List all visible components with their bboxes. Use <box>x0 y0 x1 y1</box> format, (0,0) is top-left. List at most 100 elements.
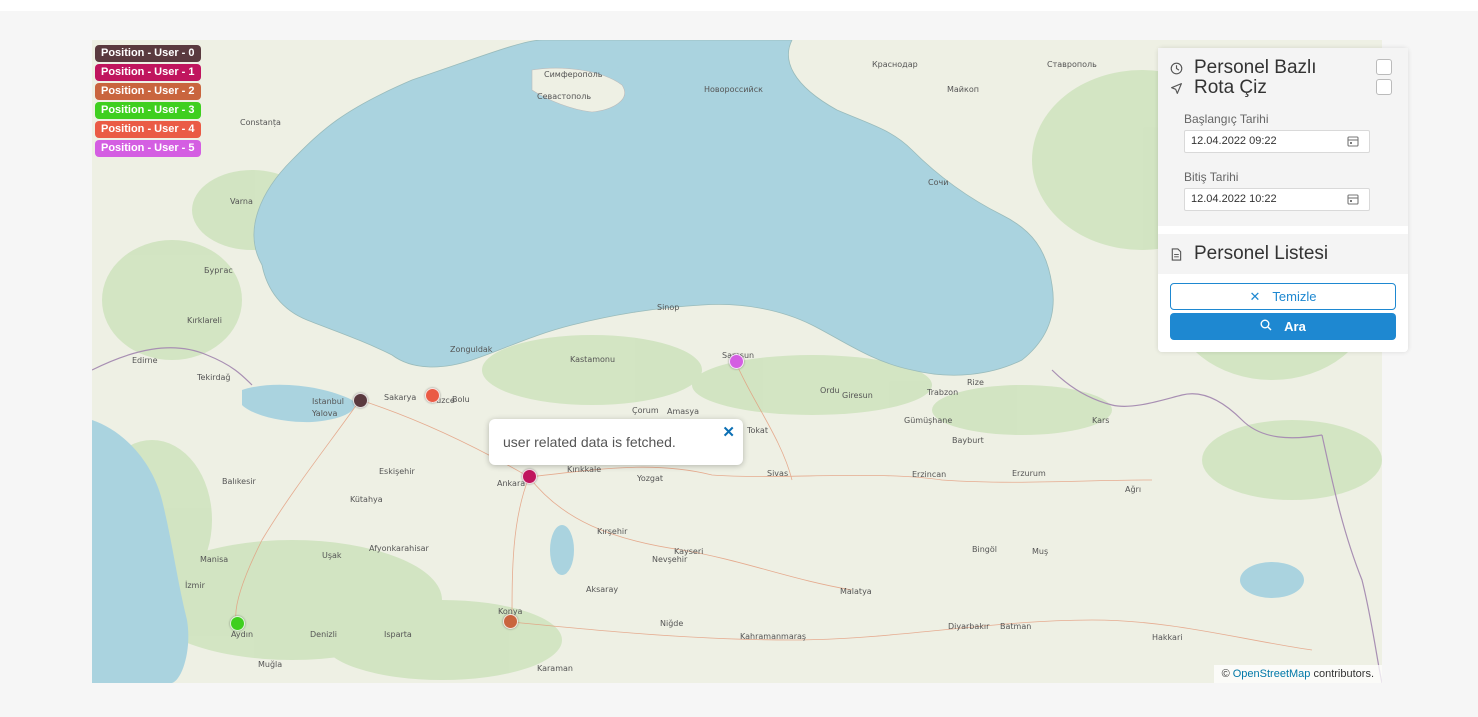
svg-text:Kayseri: Kayseri <box>674 547 703 556</box>
svg-text:Erzincan: Erzincan <box>912 470 946 479</box>
svg-text:Tekirdağ: Tekirdağ <box>196 373 231 382</box>
svg-text:Manisa: Manisa <box>200 555 228 564</box>
map-attribution: © OpenStreetMap contributors. <box>1213 665 1382 683</box>
svg-text:Aydın: Aydın <box>231 630 253 639</box>
personel-bazli-checkbox[interactable] <box>1376 59 1392 75</box>
svg-text:Kırklareli: Kırklareli <box>187 316 222 325</box>
popup-message: user related data is fetched. <box>503 434 676 450</box>
svg-text:Nevşehir: Nevşehir <box>652 555 688 564</box>
svg-text:Ankara: Ankara <box>497 479 525 488</box>
search-icon <box>1260 319 1272 334</box>
navigation-arrow-icon <box>1168 80 1184 96</box>
rota-ciz-label: Rota Çiz <box>1194 77 1267 98</box>
svg-text:Kütahya: Kütahya <box>350 495 383 504</box>
calendar-icon[interactable] <box>1347 193 1359 205</box>
svg-text:Симферополь: Симферополь <box>544 70 603 79</box>
marker-user-5[interactable] <box>729 354 744 369</box>
personel-listesi-row[interactable]: Personel Listesi <box>1168 243 1328 265</box>
legend-item-user-5: Position - User - 5 <box>95 140 201 157</box>
svg-text:Севастополь: Севастополь <box>537 92 591 101</box>
openstreetmap-link[interactable]: OpenStreetMap <box>1233 668 1311 680</box>
svg-text:Amasya: Amasya <box>667 407 699 416</box>
top-bar <box>0 0 1478 11</box>
svg-text:Kahramanmaraş: Kahramanmaraş <box>740 632 806 641</box>
svg-text:Afyonkarahisar: Afyonkarahisar <box>369 544 430 553</box>
start-date-input[interactable]: 12.04.2022 09:22 <box>1184 130 1370 153</box>
end-date-label: Bitiş Tarihi <box>1184 170 1239 184</box>
svg-text:Bolu: Bolu <box>452 395 470 404</box>
marker-user-0[interactable] <box>353 393 368 408</box>
svg-text:Sivas: Sivas <box>767 469 788 478</box>
calendar-icon[interactable] <box>1347 135 1359 147</box>
svg-text:Erzurum: Erzurum <box>1012 469 1046 478</box>
search-button[interactable]: Ara <box>1170 313 1396 340</box>
legend-item-user-2: Position - User - 2 <box>95 83 201 100</box>
svg-text:Bayburt: Bayburt <box>952 436 984 445</box>
rota-ciz-row: Rota Çiz <box>1168 77 1267 99</box>
svg-text:Constanța: Constanța <box>240 118 281 128</box>
svg-text:Gümüşhane: Gümüşhane <box>904 416 952 425</box>
marker-user-2[interactable] <box>503 614 518 629</box>
svg-text:Sinop: Sinop <box>657 303 679 312</box>
svg-text:Сочи: Сочи <box>928 178 948 187</box>
legend-item-user-4: Position - User - 4 <box>95 121 201 138</box>
panel-divider <box>1158 226 1408 234</box>
close-icon[interactable]: ✕ <box>722 423 735 441</box>
svg-text:Çorum: Çorum <box>632 406 659 415</box>
svg-text:Бургас: Бургас <box>204 266 233 275</box>
personel-listesi-title: Personel Listesi <box>1194 243 1329 264</box>
svg-text:Bingöl: Bingöl <box>972 545 997 554</box>
search-button-label: Ara <box>1284 319 1306 334</box>
svg-text:Aksaray: Aksaray <box>586 585 618 594</box>
control-panel: Personel Bazlı Rota Çiz Başlangıç Tarihi… <box>1158 48 1408 352</box>
svg-text:Istanbul: Istanbul <box>312 397 344 406</box>
svg-text:Varna: Varna <box>230 197 253 206</box>
svg-text:Tokat: Tokat <box>746 426 768 435</box>
svg-text:Muğla: Muğla <box>258 660 282 669</box>
svg-text:Zonguldak: Zonguldak <box>450 345 493 354</box>
clock-icon <box>1168 60 1184 76</box>
svg-text:Balıkesir: Balıkesir <box>222 477 256 486</box>
svg-text:Uşak: Uşak <box>322 551 342 560</box>
svg-text:İzmir: İzmir <box>185 580 206 590</box>
svg-text:Краснодар: Краснодар <box>872 60 918 69</box>
svg-text:Giresun: Giresun <box>842 391 873 400</box>
page: Istanbul Sakarya Düzce Bolu Zonguldak Ka… <box>0 0 1478 717</box>
attribution-suffix: contributors. <box>1313 668 1374 680</box>
end-date-input[interactable]: 12.04.2022 10:22 <box>1184 188 1370 211</box>
svg-text:Yalova: Yalova <box>311 409 338 418</box>
svg-text:Eskişehir: Eskişehir <box>379 467 415 476</box>
svg-text:Kastamonu: Kastamonu <box>570 355 615 364</box>
end-date-value: 12.04.2022 10:22 <box>1191 193 1277 205</box>
clear-button-label: Temizle <box>1272 289 1317 304</box>
svg-text:Новороссийск: Новороссийск <box>704 85 763 94</box>
svg-text:Kırıkkale: Kırıkkale <box>567 465 601 474</box>
svg-text:Niğde: Niğde <box>660 619 683 628</box>
svg-text:Rize: Rize <box>967 378 984 387</box>
marker-user-3[interactable] <box>230 616 245 631</box>
svg-text:Edirne: Edirne <box>132 356 158 365</box>
attribution-prefix: © <box>1221 668 1230 680</box>
svg-text:Kırşehir: Kırşehir <box>597 527 628 536</box>
svg-text:Sakarya: Sakarya <box>384 393 416 402</box>
svg-text:Muş: Muş <box>1032 547 1048 556</box>
start-date-value: 12.04.2022 09:22 <box>1191 135 1277 147</box>
svg-text:Ağrı: Ağrı <box>1125 485 1141 494</box>
svg-text:Isparta: Isparta <box>384 630 412 639</box>
rota-ciz-checkbox[interactable] <box>1376 79 1392 95</box>
svg-text:Diyarbakır: Diyarbakır <box>948 622 990 631</box>
marker-user-4[interactable] <box>425 388 440 403</box>
svg-text:Yozgat: Yozgat <box>636 474 663 483</box>
marker-user-1[interactable] <box>522 469 537 484</box>
svg-text:Hakkari: Hakkari <box>1152 633 1182 642</box>
svg-text:Denizli: Denizli <box>310 630 337 639</box>
svg-text:Ordu: Ordu <box>820 386 840 395</box>
svg-text:Kars: Kars <box>1092 416 1109 425</box>
notification-popup: user related data is fetched. ✕ <box>489 419 743 465</box>
document-icon <box>1168 246 1184 262</box>
svg-text:Майкоп: Майкоп <box>947 85 979 94</box>
svg-text:Ставрополь: Ставрополь <box>1047 60 1097 69</box>
clear-button[interactable]: ✕ Temizle <box>1170 283 1396 310</box>
start-date-label: Başlangıç Tarihi <box>1184 112 1269 126</box>
close-icon: ✕ <box>1249 288 1261 304</box>
